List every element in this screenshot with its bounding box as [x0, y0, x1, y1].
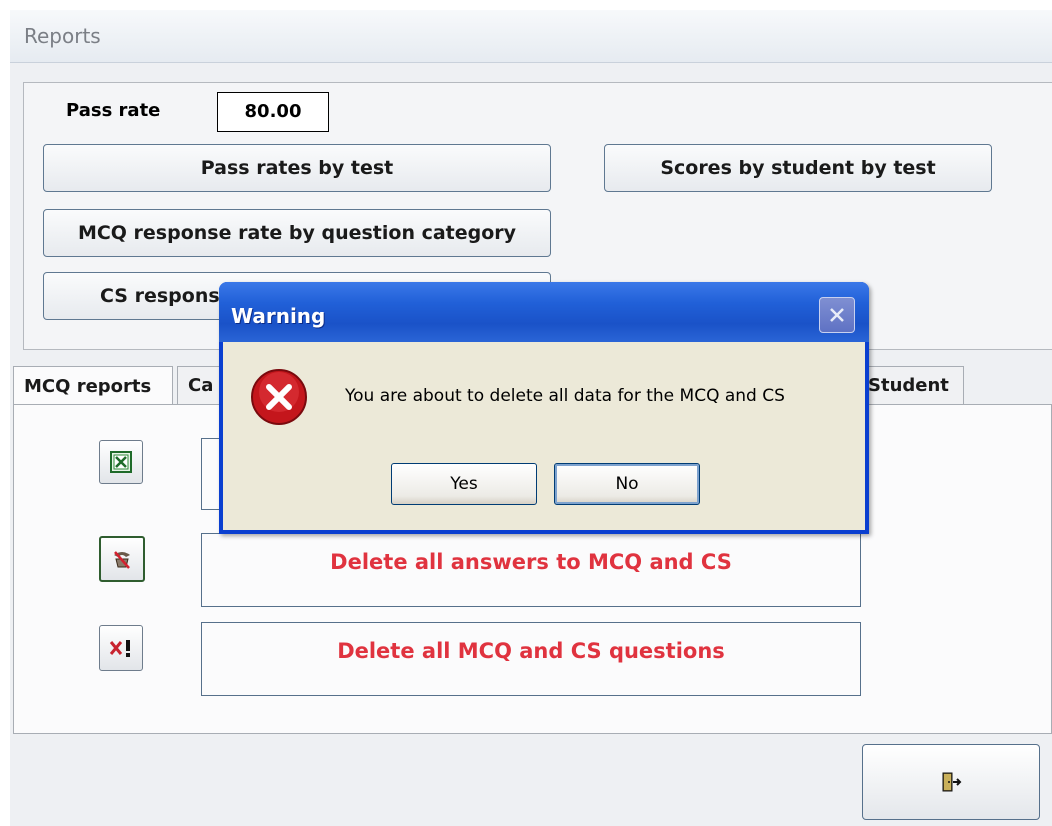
pass-rate-label: Pass rate: [66, 100, 161, 121]
close-icon: [830, 308, 844, 322]
yes-button[interactable]: Yes: [391, 463, 537, 505]
dialog-close-button[interactable]: [819, 297, 855, 333]
dialog-title: Warning: [231, 304, 326, 328]
dialog-title-bar: Warning: [219, 282, 869, 342]
dialog-message: You are about to delete all data for the…: [345, 386, 785, 406]
excel-icon: [110, 451, 132, 473]
error-icon: [251, 369, 307, 425]
exit-button[interactable]: [862, 744, 1040, 820]
window-title-bar: Reports: [10, 10, 1052, 63]
pass-rates-by-test-button[interactable]: Pass rates by test: [43, 144, 551, 192]
delete-answers-icon: [114, 551, 130, 569]
exit-door-icon: [942, 772, 962, 792]
export-excel-button[interactable]: [99, 440, 143, 484]
window-title: Reports: [24, 24, 101, 48]
dialog-body: You are about to delete all data for the…: [223, 342, 865, 530]
delete-answers-box[interactable]: Delete all answers to MCQ and CS: [201, 533, 861, 607]
mcq-response-rate-button[interactable]: MCQ response rate by question category: [43, 209, 551, 257]
delete-questions-icon-button[interactable]: [99, 625, 143, 671]
warning-dialog: Warning You are about to delete all data…: [219, 282, 869, 534]
scores-by-student-button[interactable]: Scores by student by test: [604, 144, 992, 192]
pass-rate-input[interactable]: 80.00: [217, 92, 329, 132]
tab-mcq-reports[interactable]: MCQ reports: [13, 366, 173, 406]
delete-answers-icon-button[interactable]: [99, 536, 145, 582]
no-button[interactable]: No: [554, 463, 700, 505]
tab-student[interactable]: Student: [863, 366, 964, 404]
delete-questions-box[interactable]: Delete all MCQ and CS questions: [201, 622, 861, 696]
delete-questions-icon: [109, 640, 130, 657]
